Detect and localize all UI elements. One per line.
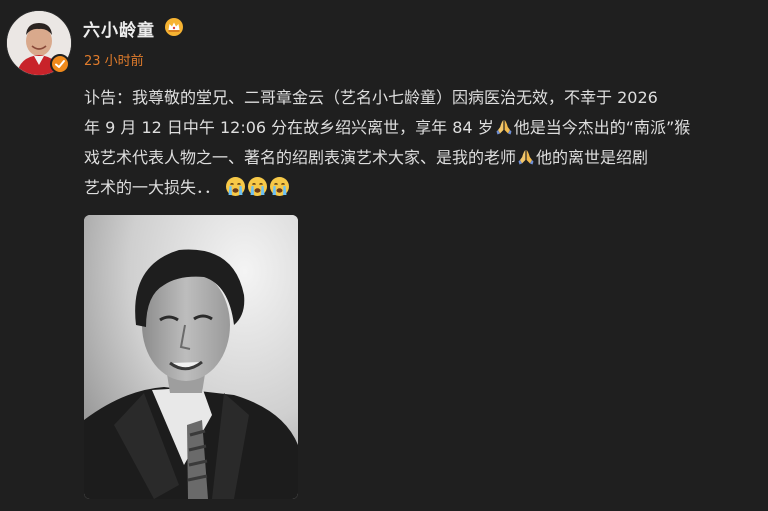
author-name[interactable]: 六小龄童 [83,16,155,41]
post-photo[interactable] [84,215,298,499]
post-line-4: 艺术的一大损失．． [84,173,768,203]
post-text: 讣告：我尊敬的堂兄、二哥章金云（艺名小七龄童）因病医治无效，不幸于 2026 年… [84,83,768,203]
post-text-segment: 年 9 月 12 日中午 12:06 分在故乡绍兴离世，享年 84 岁 [84,118,494,137]
crying-face-emoji-icon [270,177,290,196]
crown-badge-icon[interactable] [164,17,184,37]
post-line-1: 讣告：我尊敬的堂兄、二哥章金云（艺名小七龄童）因病医治无效，不幸于 2026 [84,83,768,113]
post-line-2: 年 9 月 12 日中午 12:06 分在故乡绍兴离世，享年 84 岁 他是当今… [84,113,768,143]
praying-hands-emoji-icon [496,120,512,135]
post-text-segment: 讣告：我尊敬的堂兄、二哥章金云（艺名小七龄童）因病医治无效，不幸于 2026 [84,88,658,107]
post-time[interactable]: 23 小时前 [84,50,144,69]
post-line-3: 戏艺术代表人物之一、著名的绍剧表演艺术大家、是我的老师 他的离世是绍剧 [84,143,768,173]
post-text-segment: 他是当今杰出的“南派”猴 [513,118,691,137]
post-text-segment: 戏艺术代表人物之一、著名的绍剧表演艺术大家、是我的老师 [84,148,517,167]
verified-badge-icon [50,54,70,74]
weibo-post: 六小龄童 23 小时前 讣告：我尊敬的堂兄、二哥章金云（艺名小七龄童）因病医治无… [0,0,768,511]
praying-hands-emoji-icon [518,150,534,165]
author-avatar[interactable] [6,10,72,76]
crying-face-emoji-icon [226,177,246,196]
post-text-segment: 艺术的一大损失．． [84,178,221,197]
crying-face-emoji-icon [248,177,268,196]
post-text-segment: 他的离世是绍剧 [536,148,649,167]
